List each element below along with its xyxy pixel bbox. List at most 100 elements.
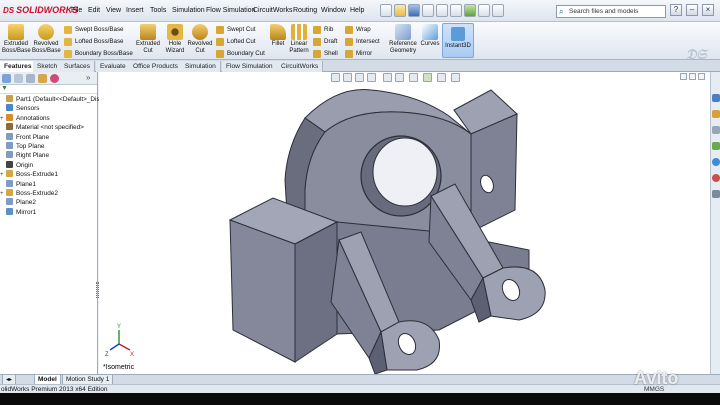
open-folder-icon[interactable] [394, 4, 406, 17]
custom-properties-icon[interactable] [712, 190, 720, 198]
appearances-icon[interactable] [712, 174, 720, 182]
rib-button[interactable]: Rib [313, 24, 333, 35]
solidworks-resources-icon[interactable] [712, 94, 720, 102]
tree-item[interactable]: Part1 (Default<<Default>_Disp [0, 95, 103, 104]
viewport-close-icon[interactable] [698, 73, 705, 80]
tree-item-label: Annotations [16, 114, 50, 122]
feature-filter[interactable]: ▼ [0, 85, 97, 94]
revolved-cut-label: Revolved Cut [187, 41, 213, 54]
viewport-minimize-icon[interactable] [680, 73, 687, 80]
linear-pattern-button[interactable]: Linear Pattern [288, 24, 310, 55]
tree-item[interactable]: Material <not specified> [0, 123, 84, 132]
dimxpert-tab-icon[interactable] [38, 74, 47, 83]
file-explorer-icon[interactable] [712, 126, 720, 134]
tab-sketch[interactable]: Sketch [33, 61, 63, 72]
instant3d-button[interactable]: Instant3D [442, 23, 474, 58]
graphics-area[interactable]: Y X Z *Isometric [99, 72, 710, 374]
hole-wizard-button[interactable]: Hole Wizard [163, 24, 187, 55]
tree-item[interactable]: Plane2 [0, 198, 36, 207]
intersect-button[interactable]: Intersect [345, 36, 380, 47]
expand-panel-icon[interactable]: » [86, 74, 95, 83]
tree-item[interactable]: Plane1 [0, 179, 36, 189]
tab-office-products[interactable]: Office Products [129, 61, 183, 72]
tree-item[interactable]: + Boss-Extrude1 [0, 170, 58, 179]
tree-item[interactable]: + Annotations [0, 113, 50, 123]
display-manager-tab-icon[interactable] [50, 74, 59, 83]
fillet-button[interactable]: Fillet [268, 24, 288, 48]
tree-item[interactable]: Sensors [0, 104, 39, 113]
menu-window[interactable]: Window [321, 7, 346, 14]
menu-tools[interactable]: Tools [150, 7, 166, 14]
menu-help[interactable]: Help [350, 7, 364, 14]
mirror-button[interactable]: Mirror [345, 48, 372, 59]
tree-item[interactable]: + Boss-Extrude2 [0, 189, 58, 198]
tree-item[interactable]: Front Plane [0, 132, 49, 142]
swept-cut-button[interactable]: Swept Cut [216, 24, 256, 35]
view-palette-icon[interactable] [712, 158, 720, 166]
lofted-cut-button[interactable]: Lofted Cut [216, 36, 256, 47]
display-style-icon[interactable] [395, 73, 404, 82]
file-properties-icon[interactable] [478, 4, 490, 17]
solidworks-logo[interactable]: DS SOLIDWORKS [3, 5, 78, 15]
tree-item[interactable]: Right Plane [0, 151, 49, 160]
viewport-restore-icon[interactable] [689, 73, 696, 80]
menu-edit[interactable]: Edit [88, 7, 100, 14]
part-model-3d[interactable]: Y X Z [99, 72, 710, 374]
menu-flow-simulation[interactable]: Flow Simulation [206, 7, 255, 14]
menu-circuitworks[interactable]: CircuitWorks [253, 7, 293, 14]
help-button[interactable]: ? [670, 4, 682, 16]
menu-view[interactable]: View [106, 7, 121, 14]
tab-simulation[interactable]: Simulation [181, 61, 221, 72]
shell-button[interactable]: Shell [313, 48, 338, 59]
save-icon[interactable] [408, 4, 420, 17]
boundary-cut-button[interactable]: Boundary Cut [216, 48, 265, 59]
search-input[interactable]: ⌕ Search files and models [556, 5, 666, 18]
tab-surfaces[interactable]: Surfaces [60, 61, 96, 72]
undo-icon[interactable] [436, 4, 448, 17]
menu-simulation[interactable]: Simulation [172, 7, 205, 14]
curves-button[interactable]: Curves [419, 24, 441, 48]
menu-routing[interactable]: Routing [293, 7, 317, 14]
tree-item[interactable]: Origin [0, 160, 33, 170]
design-library-icon[interactable] [712, 110, 720, 118]
zoom-to-fit-icon[interactable] [331, 73, 340, 82]
lofted-boss-button[interactable]: Lofted Boss/Base [64, 36, 124, 47]
configuration-manager-tab-icon[interactable] [26, 74, 35, 83]
select-icon[interactable] [450, 4, 462, 17]
close-button[interactable]: × [702, 4, 714, 16]
draft-button[interactable]: Draft [313, 36, 337, 47]
revolved-cut-button[interactable]: Revolved Cut [187, 24, 213, 55]
minimize-button[interactable]: – [686, 4, 698, 16]
extruded-cut-button[interactable]: Extruded Cut [133, 24, 163, 55]
section-view-icon[interactable] [367, 73, 376, 82]
tab-features[interactable]: Features [0, 61, 37, 72]
extruded-boss-button[interactable]: Extruded Boss/Base [2, 24, 31, 55]
swept-boss-button[interactable]: Swept Boss/Base [64, 24, 124, 35]
hide-show-items-icon[interactable] [409, 73, 418, 82]
menu-insert[interactable]: Insert [126, 7, 144, 14]
tab-flow-simulation[interactable]: Flow Simulation [222, 61, 278, 72]
boundary-boss-button[interactable]: Boundary Boss/Base [64, 48, 133, 59]
edit-appearance-icon[interactable] [423, 73, 432, 82]
zoom-to-area-icon[interactable] [343, 73, 352, 82]
tree-item[interactable]: Mirror1 [0, 207, 36, 217]
wrap-button[interactable]: Wrap [345, 24, 371, 35]
apply-scene-icon[interactable] [437, 73, 446, 82]
print-icon[interactable] [422, 4, 434, 17]
view-orientation-icon[interactable] [383, 73, 392, 82]
search-results-icon[interactable] [712, 142, 720, 150]
tab-circuitworks[interactable]: CircuitWorks [277, 61, 324, 72]
property-manager-tab-icon[interactable] [14, 74, 23, 83]
rebuild-icon[interactable] [464, 4, 476, 17]
feature-tree-tab-icon[interactable] [2, 74, 11, 83]
previous-view-icon[interactable] [355, 73, 364, 82]
view-settings-icon[interactable] [451, 73, 460, 82]
revolved-boss-button[interactable]: Revolved Boss/Base [32, 24, 61, 55]
menu-file[interactable]: File [71, 7, 82, 14]
tree-item[interactable]: Top Plane [0, 142, 44, 151]
linear-pattern-icon [291, 24, 307, 40]
reference-geometry-button[interactable]: Reference Geometry [387, 24, 419, 55]
tab-evaluate[interactable]: Evaluate [96, 61, 131, 72]
options-icon[interactable] [492, 4, 504, 17]
new-document-icon[interactable] [380, 4, 392, 17]
